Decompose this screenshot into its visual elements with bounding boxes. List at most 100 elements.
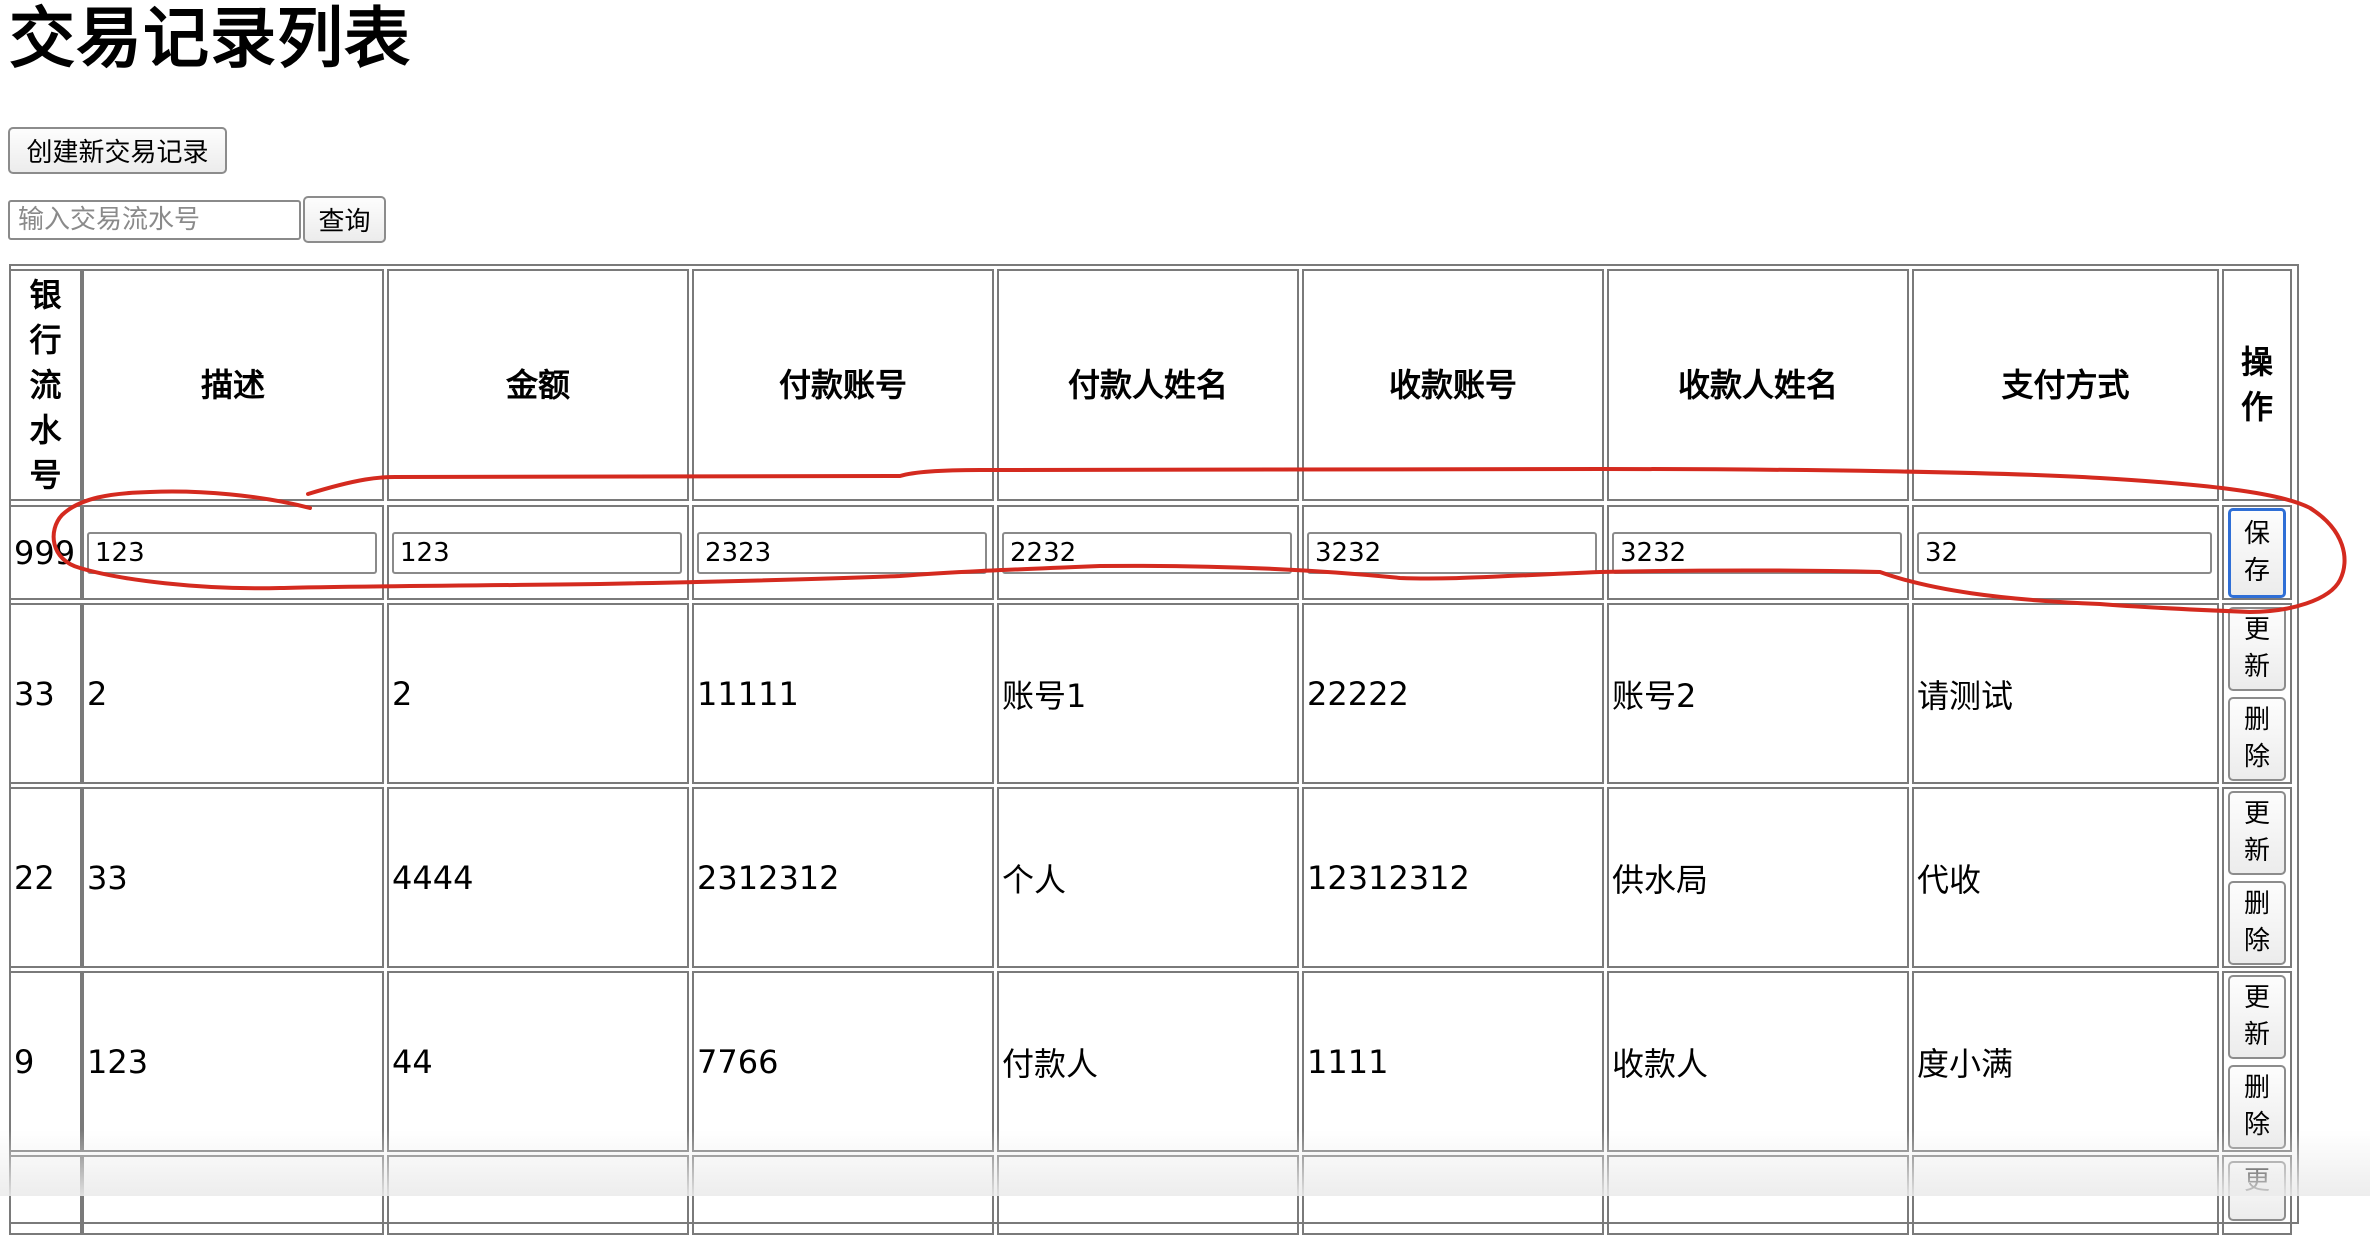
edit-cell-payment-method: [1912, 505, 2219, 600]
header-payer-name: 付款人姓名: [997, 269, 1299, 501]
header-payment-method: 支付方式: [1912, 269, 2219, 501]
payment-method-value: 度小满: [1917, 1044, 2014, 1083]
header-payer-account: 付款账号: [692, 269, 994, 501]
partial-cell-payee-name: [1607, 1155, 1909, 1235]
cell-payment-method: 代收: [1912, 787, 2219, 968]
update-button[interactable]: 更新: [2228, 606, 2286, 691]
cell-description: 2: [82, 603, 384, 784]
description-input[interactable]: [87, 531, 377, 574]
description-value: 33: [87, 858, 128, 897]
amount-value: 44: [392, 1042, 433, 1081]
payee-account-value: 12312312: [1307, 858, 1470, 897]
cell-description: 123: [82, 971, 384, 1152]
search-input[interactable]: [8, 200, 301, 240]
edit-cell-payer-account: [692, 505, 994, 600]
cell-payment-method: 度小满: [1912, 971, 2219, 1152]
cell-payer-name: 账号1: [997, 603, 1299, 784]
edit-cell-payee-name: [1607, 505, 1909, 600]
header-label: 描述: [200, 365, 265, 404]
payee-account-value: 22222: [1307, 674, 1409, 713]
partial-cell-payee-account: [1302, 1155, 1604, 1235]
header-actions: 操作: [2222, 269, 2292, 501]
payer-name-value: 付款人: [1002, 1044, 1099, 1083]
partial-cell-payer-name: [997, 1155, 1299, 1235]
header-label: 操作: [2240, 343, 2273, 426]
payee-name-value: 账号2: [1612, 676, 1697, 715]
edit-cell-description: [82, 505, 384, 600]
bank-serial-value: 33: [14, 674, 55, 713]
create-transaction-button[interactable]: 创建新交易记录: [8, 127, 227, 174]
edit-cell-amount: [387, 505, 689, 600]
payer-name-input[interactable]: [1002, 531, 1292, 574]
bank-serial-value: 22: [14, 858, 55, 897]
cell-payee-account: 1111: [1302, 971, 1604, 1152]
payee-account-input[interactable]: [1307, 531, 1597, 574]
header-bank-serial: 银行流水号: [9, 269, 82, 501]
partial-cell-amount: [387, 1155, 689, 1235]
description-value: 2: [87, 674, 108, 713]
cell-payer-account: 7766: [692, 971, 994, 1152]
edit-row-actions: 保存: [2222, 505, 2292, 600]
row-actions: 更新 删除: [2222, 971, 2292, 1152]
payer-account-value: 2312312: [697, 858, 840, 897]
header-label: 付款人姓名: [1067, 365, 1228, 404]
cell-payee-name: 账号2: [1607, 603, 1909, 784]
partial-cell-payment-method: [1912, 1155, 2219, 1235]
header-label: 收款人姓名: [1677, 365, 1838, 404]
header-payee-account: 收款账号: [1302, 269, 1604, 501]
partial-cell-payer-account: [692, 1155, 994, 1235]
header-label: 银行流水号: [29, 275, 62, 494]
edit-row-id-text: 999: [14, 533, 76, 572]
cell-payer-account: 11111: [692, 603, 994, 784]
header-label: 收款账号: [1388, 365, 1517, 404]
edit-cell-payee-account: [1302, 505, 1604, 600]
payer-account-value: 11111: [697, 674, 799, 713]
payee-name-input[interactable]: [1612, 531, 1902, 574]
row-actions: 更新 删除: [2222, 603, 2292, 784]
payer-account-input[interactable]: [697, 531, 987, 574]
amount-value: 4444: [392, 858, 474, 897]
cell-payee-account: 12312312: [1302, 787, 1604, 968]
update-button[interactable]: 更新: [2228, 974, 2286, 1059]
payment-method-value: 代收: [1917, 860, 1982, 899]
header-label: 支付方式: [2001, 365, 2130, 404]
cell-amount: 4444: [387, 787, 689, 968]
payer-account-value: 7766: [697, 1042, 779, 1081]
delete-button[interactable]: 删除: [2228, 696, 2286, 781]
cell-description: 33: [82, 787, 384, 968]
delete-button[interactable]: 删除: [2228, 880, 2286, 965]
header-amount: 金额: [387, 269, 689, 501]
cell-bank-serial: 9: [9, 971, 82, 1152]
update-button[interactable]: 更: [2228, 1161, 2286, 1221]
cell-bank-serial: 22: [9, 787, 82, 968]
cell-payee-name: 收款人: [1607, 971, 1909, 1152]
partial-row-actions: 更: [2222, 1155, 2292, 1235]
description-value: 123: [87, 1042, 149, 1081]
payee-name-value: 收款人: [1612, 1044, 1709, 1083]
header-label: 金额: [505, 365, 570, 404]
cell-bank-serial: 33: [9, 603, 82, 784]
update-button[interactable]: 更新: [2228, 790, 2286, 875]
cell-payee-name: 供水局: [1607, 787, 1909, 968]
header-description: 描述: [82, 269, 384, 501]
header-payee-name: 收款人姓名: [1607, 269, 1909, 501]
payee-name-value: 供水局: [1612, 860, 1709, 899]
query-button[interactable]: 查询: [303, 196, 386, 243]
cell-payer-name: 付款人: [997, 971, 1299, 1152]
payer-name-value: 账号1: [1002, 676, 1087, 715]
delete-button[interactable]: 删除: [2228, 1064, 2286, 1149]
cell-amount: 2: [387, 603, 689, 784]
row-actions: 更新 删除: [2222, 787, 2292, 968]
amount-value: 2: [392, 674, 413, 713]
payee-account-value: 1111: [1307, 1042, 1389, 1081]
payment-method-input[interactable]: [1917, 531, 2212, 574]
payer-name-value: 个人: [1002, 860, 1067, 899]
payment-method-value: 请测试: [1917, 676, 2014, 715]
cell-amount: 44: [387, 971, 689, 1152]
edit-cell-payer-name: [997, 505, 1299, 600]
partial-cell-description: [82, 1155, 384, 1235]
amount-input[interactable]: [392, 531, 682, 574]
cell-payer-account: 2312312: [692, 787, 994, 968]
cell-payer-name: 个人: [997, 787, 1299, 968]
save-button[interactable]: 保存: [2228, 507, 2286, 598]
